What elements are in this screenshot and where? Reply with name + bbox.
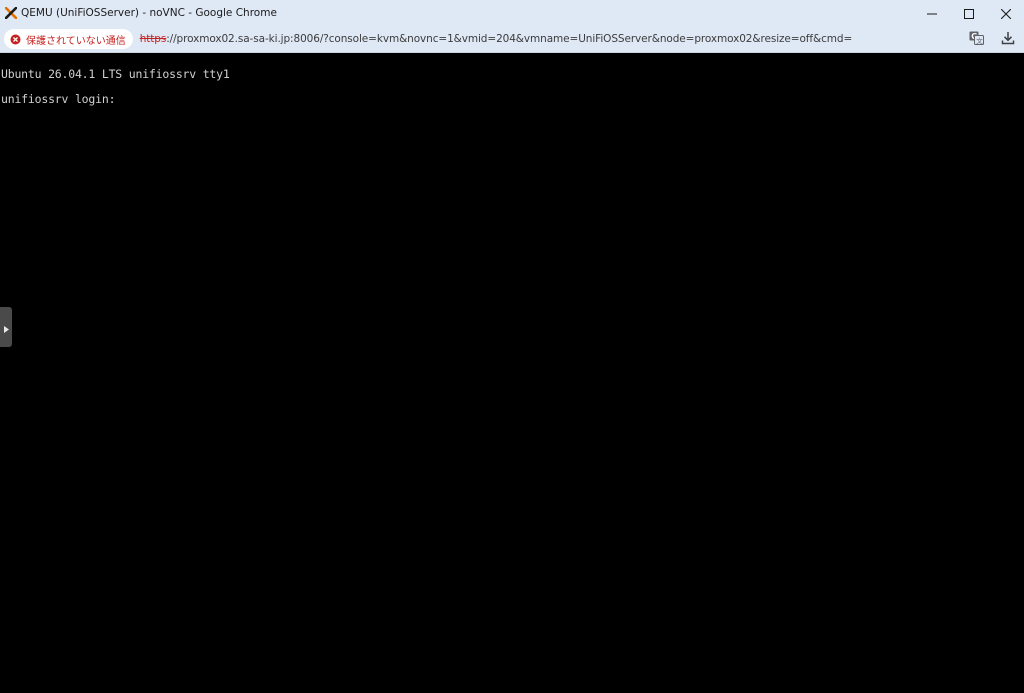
url-field[interactable]: https://proxmox02.sa-sa-ki.jp:8006/?cons… [139,33,853,45]
download-button[interactable] [992,26,1024,52]
browser-window: QEMU (UniFiOSServer) - noVNC - Google Ch… [0,0,1024,693]
console-banner-line: Ubuntu 26.04.1 LTS unifiossrv tty1 [1,67,230,81]
address-bar-actions: G 文 [960,26,1024,52]
maximize-button[interactable] [950,0,987,26]
address-bar: 保護されていない通信 https://proxmox02.sa-sa-ki.jp… [0,26,1024,52]
url-path: ://proxmox02.sa-sa-ki.jp:8006/?console=k… [166,33,853,45]
control-bar-handle[interactable] [0,307,12,347]
minimize-button[interactable] [913,0,950,26]
vnc-console-screen[interactable]: Ubuntu 26.04.1 LTS unifiossrv tty1 unifi… [0,53,1024,693]
download-icon [1001,30,1015,49]
security-label: 保護されていない通信 [26,35,126,47]
translate-icon: G 文 [969,30,984,49]
not-secure-icon [10,34,21,45]
proxmox-x-icon [5,7,17,19]
svg-text:文: 文 [976,36,983,45]
window-controls [913,0,1024,26]
expand-control-bar-icon [3,318,9,337]
window-title: QEMU (UniFiOSServer) - noVNC - Google Ch… [21,7,277,19]
close-button[interactable] [987,0,1024,26]
translate-button[interactable]: G 文 [960,26,992,52]
maximize-icon [963,4,974,23]
url-scheme: https [139,33,167,45]
security-indicator-button[interactable]: 保護されていない通信 [4,29,133,49]
close-icon [1000,4,1011,23]
minimize-icon [926,4,937,23]
console-login-prompt: unifiossrv login: [1,92,123,106]
title-bar[interactable]: QEMU (UniFiOSServer) - noVNC - Google Ch… [0,0,1024,26]
